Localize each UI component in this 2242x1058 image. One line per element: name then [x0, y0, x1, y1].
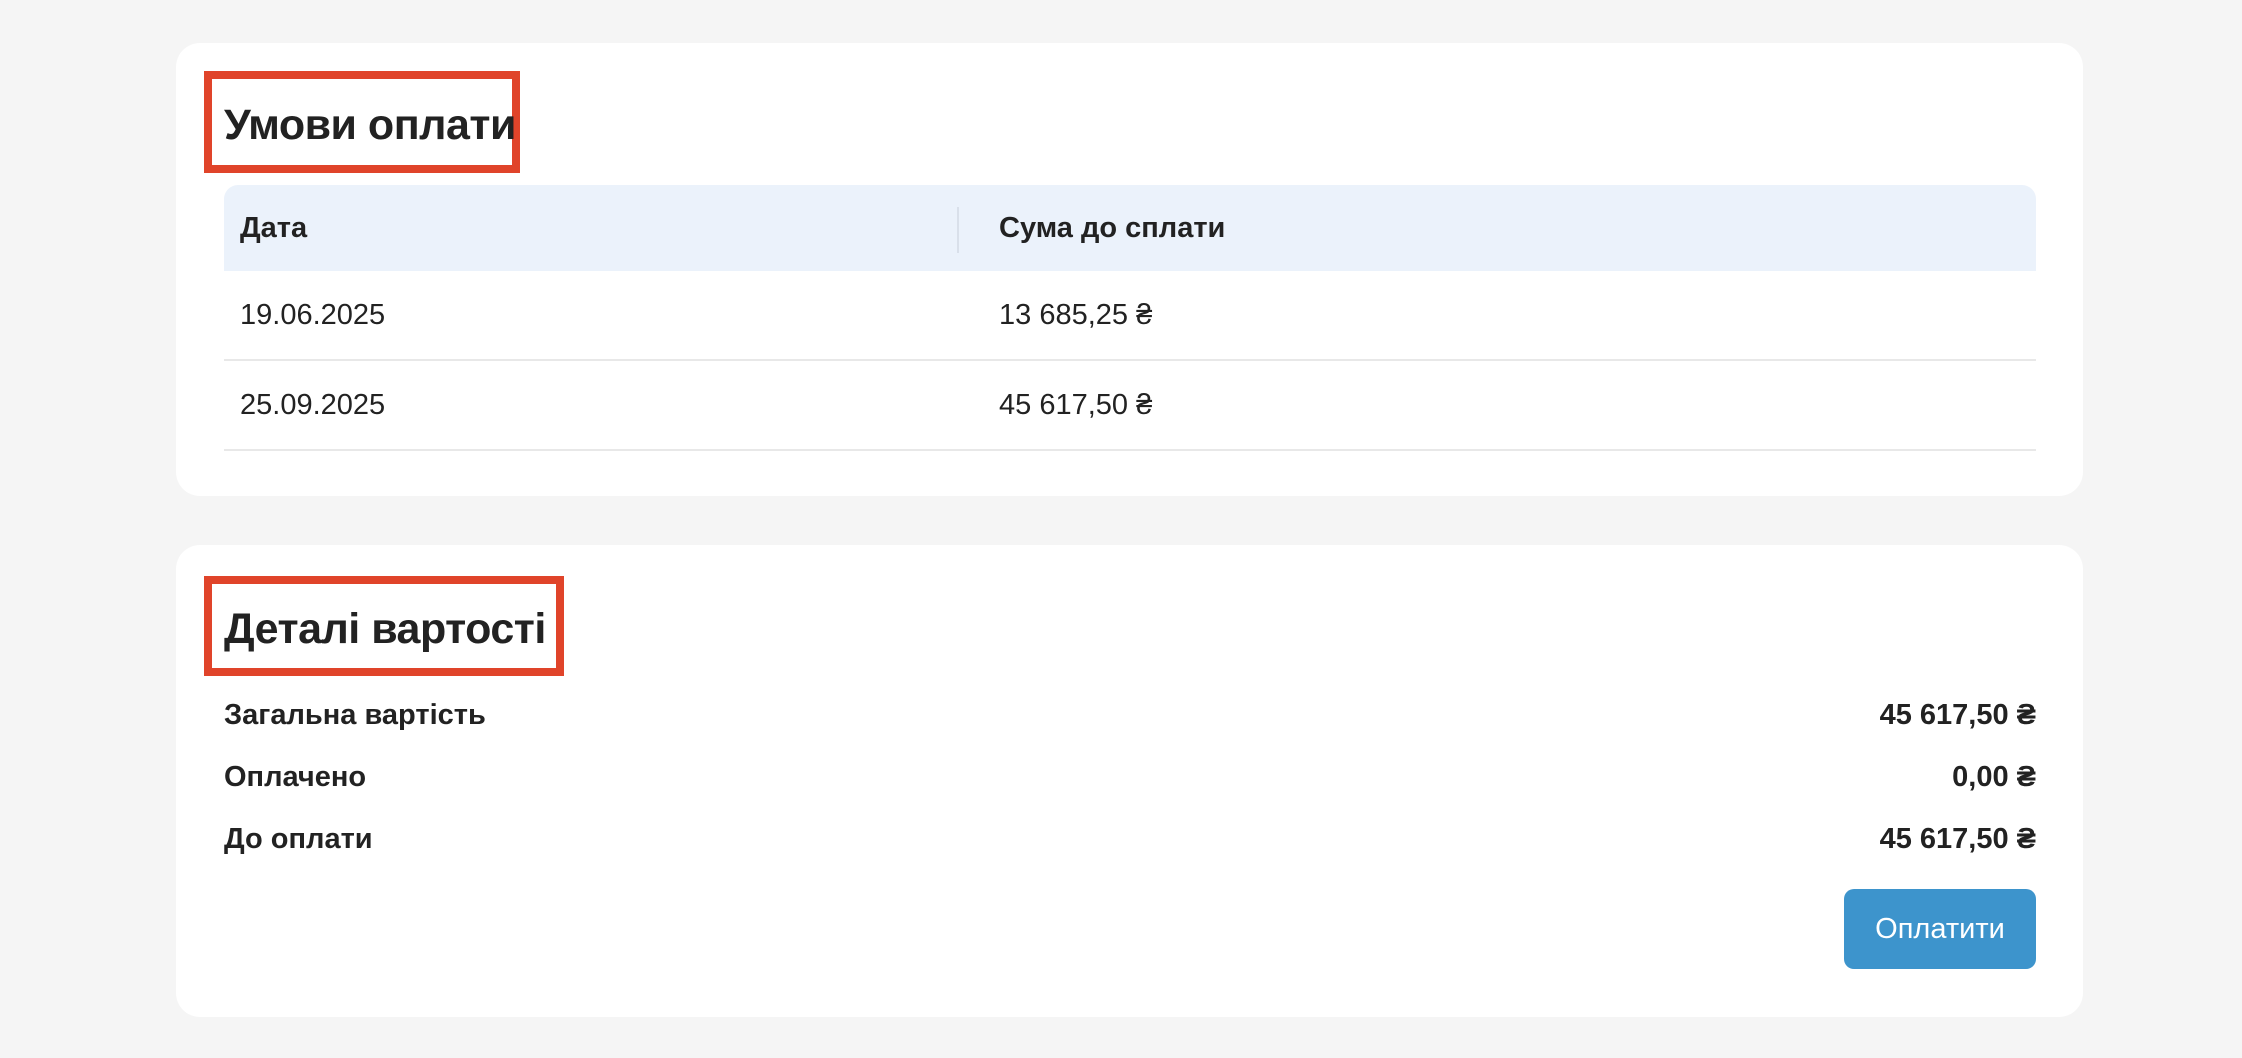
- paid-value: 0,00 ₴: [1952, 761, 2036, 793]
- total-cost-value: 45 617,50 ₴: [1879, 699, 2036, 731]
- paid-label: Оплачено: [224, 761, 367, 793]
- row-date: 25.09.2025: [240, 389, 386, 421]
- payment-terms-title: Умови оплати: [224, 101, 516, 149]
- column-divider[interactable]: [957, 207, 959, 253]
- total-cost-label: Загальна вартість: [224, 699, 486, 731]
- detail-row-due: До оплати 45 617,50 ₴: [224, 819, 2036, 859]
- detail-row-paid: Оплачено 0,00 ₴: [224, 757, 2036, 797]
- column-header-date[interactable]: Дата: [240, 185, 307, 271]
- amount-due-label: До оплати: [224, 823, 373, 855]
- pay-button[interactable]: Оплатити: [1844, 889, 2036, 969]
- row-amount: 13 685,25 ₴: [999, 299, 1153, 331]
- column-header-amount[interactable]: Сума до сплати: [999, 185, 1225, 271]
- cost-details-title: Деталі вартості: [224, 605, 546, 653]
- table-row: 25.09.2025 45 617,50 ₴: [224, 361, 2036, 451]
- table-row: 19.06.2025 13 685,25 ₴: [224, 271, 2036, 361]
- table-header: Дата Сума до сплати: [224, 185, 2036, 271]
- payment-terms-card: Умови оплати Дата Сума до сплати 19.06.2…: [176, 43, 2083, 496]
- row-amount: 45 617,50 ₴: [999, 389, 1153, 421]
- row-date: 19.06.2025: [240, 299, 386, 331]
- amount-due-value: 45 617,50 ₴: [1879, 823, 2036, 855]
- payment-terms-table: Дата Сума до сплати 19.06.2025 13 685,25…: [224, 185, 2036, 451]
- cost-details-card: Деталі вартості Загальна вартість 45 617…: [176, 545, 2083, 1017]
- detail-row-total: Загальна вартість 45 617,50 ₴: [224, 695, 2036, 735]
